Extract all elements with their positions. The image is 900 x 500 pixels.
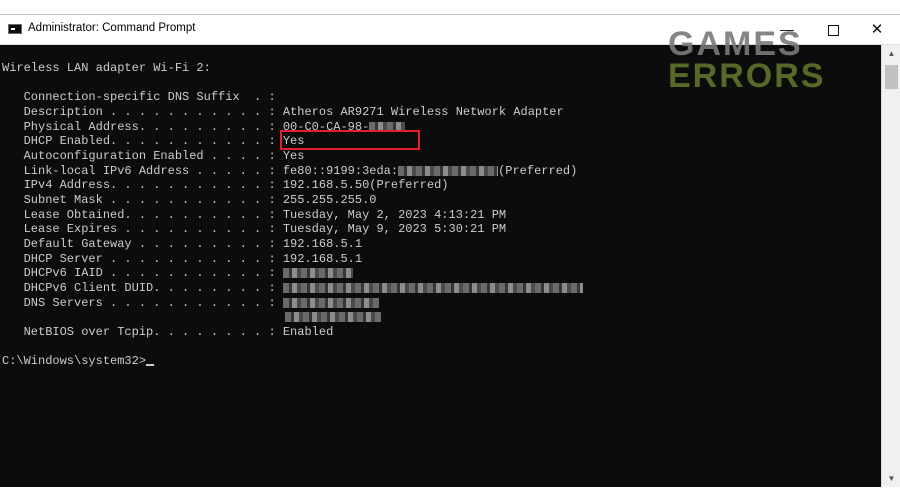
- command-prompt-line[interactable]: C:\Windows\system32>: [2, 354, 155, 368]
- close-button[interactable]: ✕: [854, 15, 900, 44]
- vertical-scrollbar[interactable]: ▲ ▼: [881, 45, 900, 487]
- line-label: DHCP Server . . . . . . . . . . . :: [2, 252, 276, 266]
- command-prompt-window: Administrator: Command Prompt — ✕ Wirele…: [0, 14, 900, 487]
- output-line-dns-servers-cont: [2, 310, 381, 324]
- output-line-physical-address: Physical Address. . . . . . . . . : 00-C…: [2, 120, 406, 134]
- line-label: DNS Servers . . . . . . . . . . . :: [2, 296, 276, 310]
- line-label: Link-local IPv6 Address . . . . . :: [2, 164, 276, 178]
- line-label: Physical Address. . . . . . . . . :: [2, 120, 276, 134]
- line-value: Atheros AR9271 Wireless Network Adapter: [282, 105, 564, 119]
- line-label: Default Gateway . . . . . . . . . :: [2, 237, 276, 251]
- cmd-app-icon: [8, 24, 22, 34]
- output-line-dns-suffix: Connection-specific DNS Suffix . :: [2, 90, 276, 104]
- line-value: 00-C0-CA-98-: [282, 120, 370, 134]
- redacted-value: [285, 311, 381, 322]
- line-label: Lease Obtained. . . . . . . . . . :: [2, 208, 276, 222]
- output-line-default-gateway: Default Gateway . . . . . . . . . : 192.…: [2, 237, 362, 251]
- redacted-value: [369, 121, 406, 132]
- adapter-header: Wireless LAN adapter Wi-Fi 2:: [2, 61, 211, 75]
- window-title: Administrator: Command Prompt: [28, 22, 196, 34]
- line-label: DHCP Enabled. . . . . . . . . . . :: [2, 134, 276, 148]
- line-value: 255.255.255.0: [282, 193, 377, 207]
- line-value: Yes: [282, 149, 305, 163]
- line-label: DHCPv6 IAID . . . . . . . . . . . :: [2, 266, 276, 280]
- line-value: Yes: [282, 134, 305, 148]
- line-value: Tuesday, May 2, 2023 4:13:21 PM: [282, 208, 507, 222]
- text-cursor: [146, 364, 155, 366]
- console-output[interactable]: Wireless LAN adapter Wi-Fi 2: Connection…: [2, 45, 880, 483]
- line-label: IPv4 Address. . . . . . . . . . . :: [2, 178, 276, 192]
- output-line-netbios: NetBIOS over Tcpip. . . . . . . . : Enab…: [2, 325, 334, 339]
- line-value: Enabled: [282, 325, 334, 339]
- redacted-value: [282, 297, 379, 308]
- output-line-dns-servers: DNS Servers . . . . . . . . . . . :: [2, 296, 379, 310]
- output-line-dhcp-server: DHCP Server . . . . . . . . . . . : 192.…: [2, 252, 362, 266]
- output-line-subnet-mask: Subnet Mask . . . . . . . . . . . : 255.…: [2, 193, 377, 207]
- line-label: Subnet Mask . . . . . . . . . . . :: [2, 193, 276, 207]
- minimize-button[interactable]: —: [764, 15, 810, 44]
- output-line-ipv4: IPv4 Address. . . . . . . . . . . : 192.…: [2, 178, 449, 192]
- line-label: NetBIOS over Tcpip. . . . . . . . :: [2, 325, 276, 339]
- line-label: Autoconfiguration Enabled . . . . :: [2, 149, 276, 163]
- line-label: Connection-specific DNS Suffix . :: [2, 90, 276, 104]
- output-line-ipv6: Link-local IPv6 Address . . . . . : fe80…: [2, 164, 578, 178]
- output-line-autoconfig: Autoconfiguration Enabled . . . . : Yes: [2, 149, 305, 163]
- output-line-dhcpv6-iaid: DHCPv6 IAID . . . . . . . . . . . :: [2, 266, 353, 280]
- prompt-text: C:\Windows\system32>: [2, 354, 147, 368]
- line-value: fe80::9199:3eda:: [282, 164, 399, 178]
- line-value-suffix: (Preferred): [498, 164, 578, 178]
- line-value: 192.168.5.1: [282, 252, 363, 266]
- line-label: Description . . . . . . . . . . . :: [2, 105, 276, 119]
- output-line-dhcp-enabled: DHCP Enabled. . . . . . . . . . . : Yes: [2, 134, 305, 148]
- maximize-icon: [827, 24, 839, 36]
- scroll-down-arrow-icon[interactable]: ▼: [882, 470, 900, 487]
- maximize-button[interactable]: [810, 15, 856, 44]
- line-value: 192.168.5.50(Preferred): [282, 178, 449, 192]
- output-line-description: Description . . . . . . . . . . . : Athe…: [2, 105, 564, 119]
- line-label: Lease Expires . . . . . . . . . . :: [2, 222, 276, 236]
- scroll-up-arrow-icon[interactable]: ▲: [882, 45, 900, 62]
- line-value: Tuesday, May 9, 2023 5:30:21 PM: [282, 222, 507, 236]
- line-value: 192.168.5.1: [282, 237, 363, 251]
- output-line-lease-expires: Lease Expires . . . . . . . . . . : Tues…: [2, 222, 507, 236]
- output-line-dhcpv6-duid: DHCPv6 Client DUID. . . . . . . . :: [2, 281, 583, 295]
- scrollbar-thumb[interactable]: [885, 65, 898, 89]
- output-line-lease-obtained: Lease Obtained. . . . . . . . . . : Tues…: [2, 208, 507, 222]
- redacted-value: [282, 282, 583, 293]
- line-label: DHCPv6 Client DUID. . . . . . . . :: [2, 281, 276, 295]
- redacted-value: [282, 267, 353, 278]
- title-bar[interactable]: Administrator: Command Prompt — ✕: [0, 15, 900, 45]
- redacted-value: [398, 165, 499, 176]
